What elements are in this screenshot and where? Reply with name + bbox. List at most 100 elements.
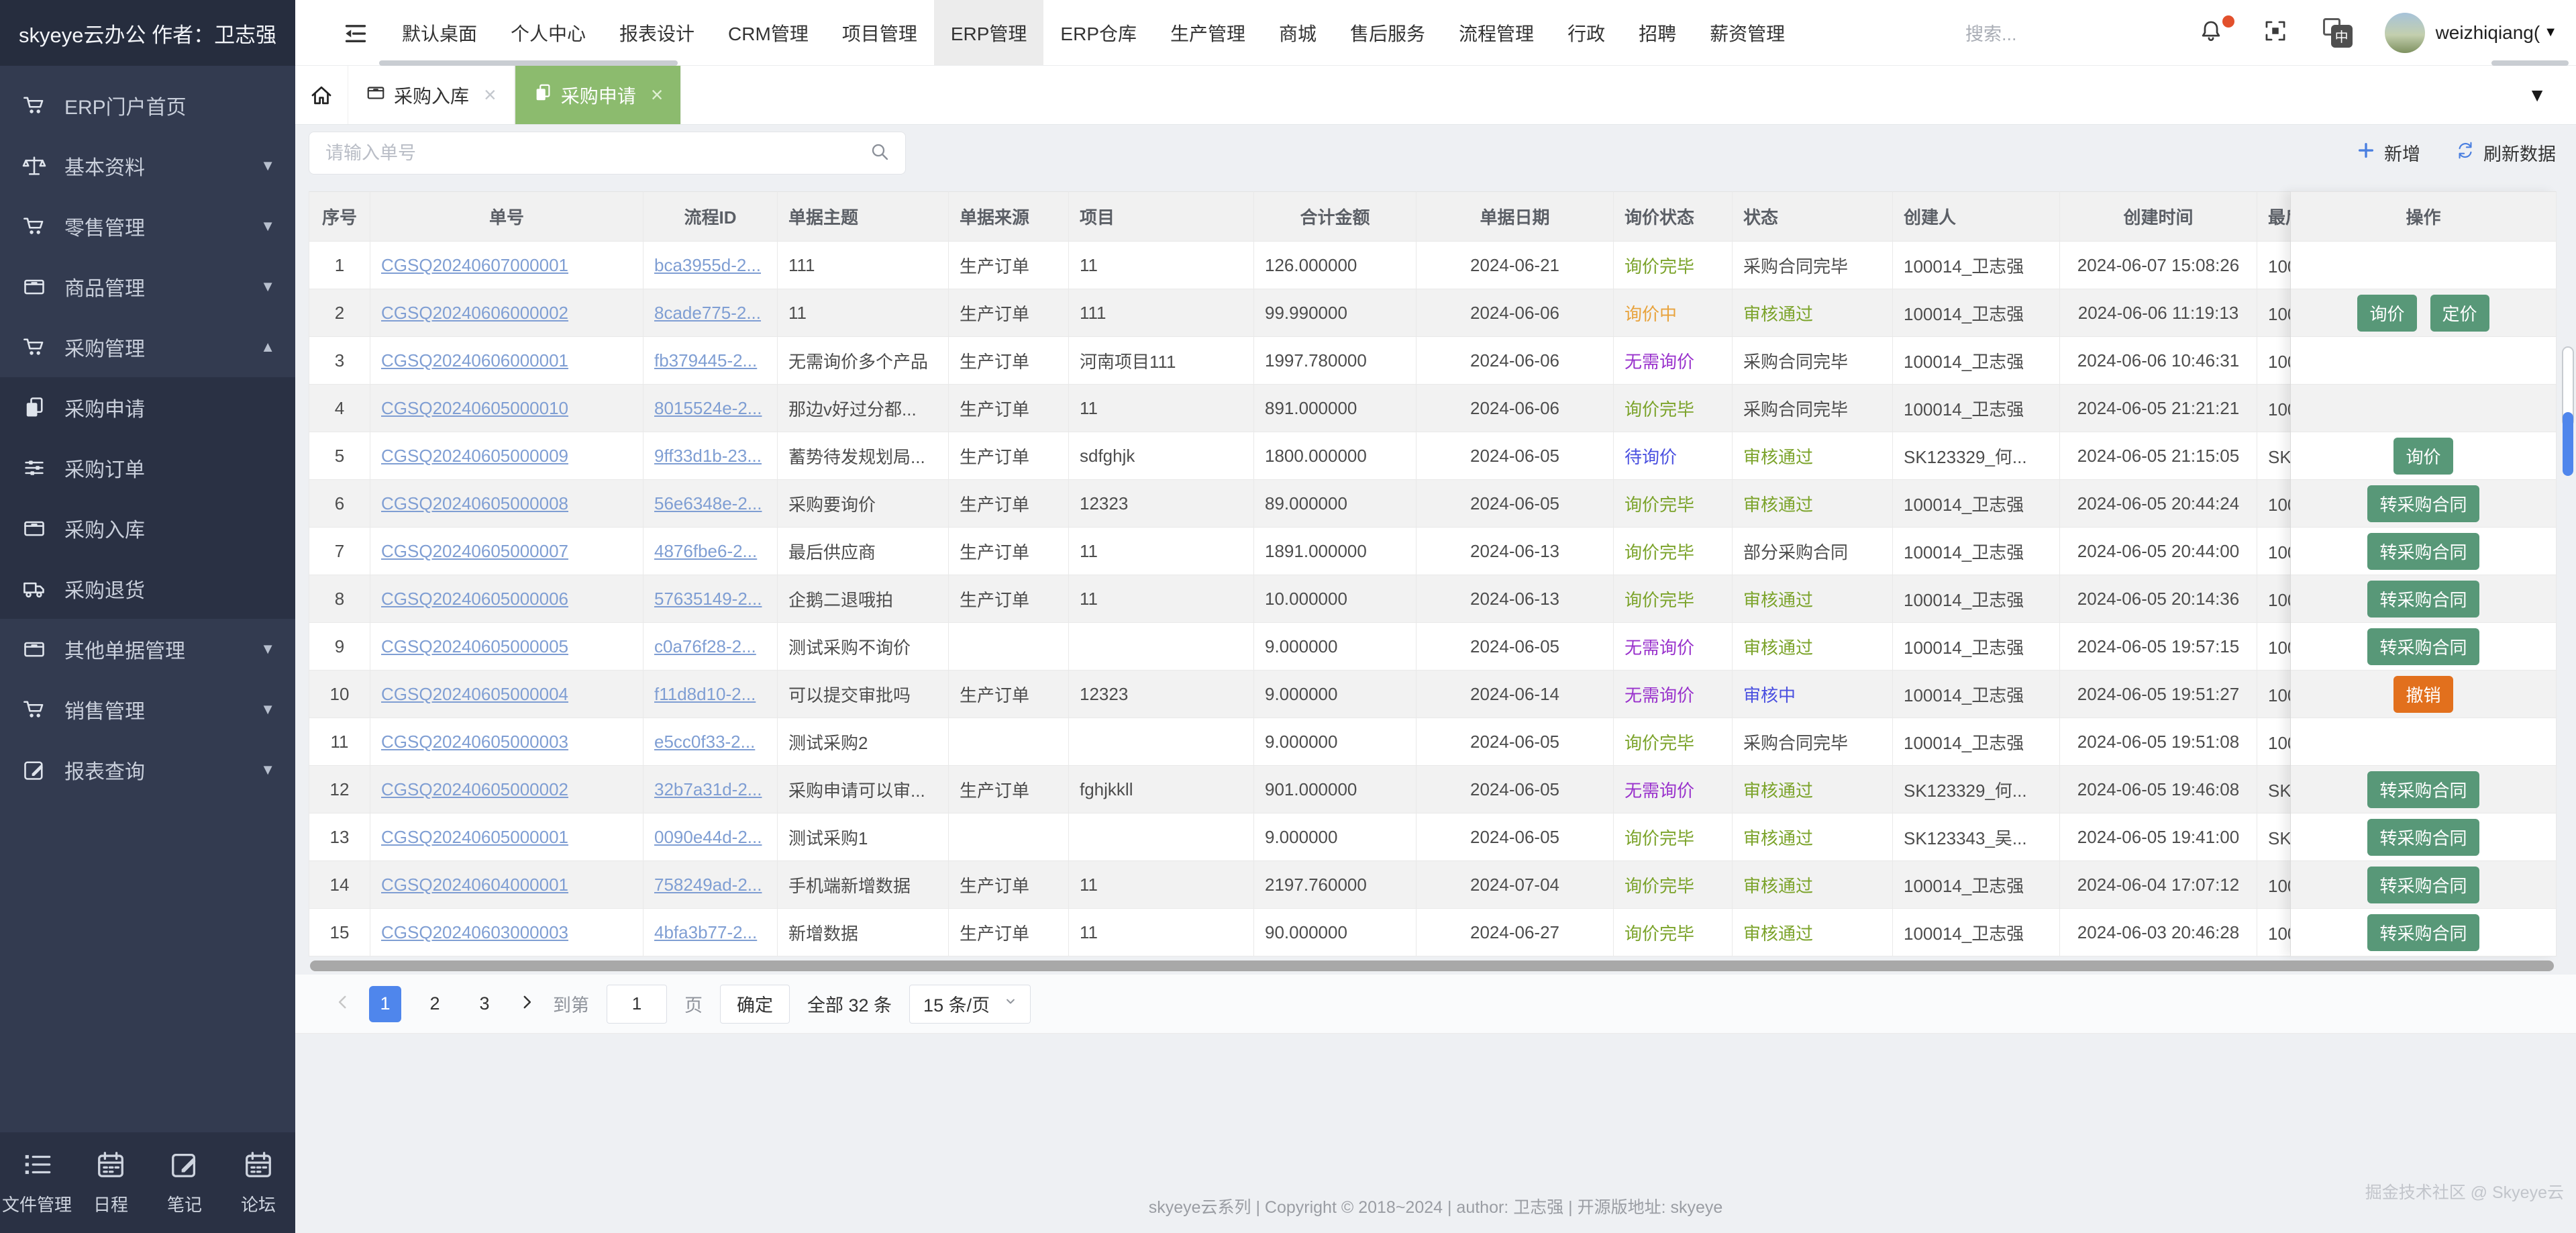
tab-close-icon[interactable]: × xyxy=(651,83,664,107)
order-number-link[interactable]: CGSQ20240607000001 xyxy=(381,255,568,276)
next-page-button[interactable] xyxy=(518,991,535,1017)
order-number-link[interactable]: CGSQ20240605000009 xyxy=(381,446,568,466)
dock-item-笔记[interactable]: 笔记 xyxy=(148,1149,221,1216)
flow-id-link[interactable]: e5cc0f33-2... xyxy=(654,732,755,752)
flow-id-link[interactable]: 4876fbe6-2... xyxy=(654,541,757,562)
sidebar-item-销售管理[interactable]: 销售管理▼ xyxy=(0,679,295,740)
vertical-scrollbar-thumb-blue[interactable] xyxy=(2563,412,2573,476)
flow-id-link[interactable]: bca3955d-2... xyxy=(654,255,761,276)
nav-item-生产管理[interactable]: 生产管理 xyxy=(1153,0,1262,65)
tabbar-caret-down-icon[interactable]: ▼ xyxy=(2528,85,2576,106)
nav-item-流程管理[interactable]: 流程管理 xyxy=(1442,0,1551,65)
sidebar-item-采购管理[interactable]: 采购管理▲ xyxy=(0,317,295,377)
flow-id-link[interactable]: 4bfa3b77-2... xyxy=(654,922,757,943)
page-button-1[interactable]: 1 xyxy=(369,986,401,1022)
dock-item-日程[interactable]: 日程 xyxy=(74,1149,148,1216)
tab-采购入库[interactable]: 采购入库× xyxy=(348,66,515,124)
flow-id-link[interactable]: c0a76f28-2... xyxy=(654,636,756,657)
order-number-link[interactable]: CGSQ20240605000001 xyxy=(381,827,568,848)
nav-item-ERP仓库[interactable]: ERP仓库 xyxy=(1043,0,1153,65)
flow-id-link[interactable]: 32b7a31d-2... xyxy=(654,779,762,800)
home-tab-button[interactable] xyxy=(295,66,348,124)
nav-item-个人中心[interactable]: 个人中心 xyxy=(494,0,603,65)
order-number-link[interactable]: CGSQ20240606000001 xyxy=(381,350,568,371)
flow-id-link[interactable]: 0090e44d-2... xyxy=(654,827,762,848)
action-button-转采购合同[interactable]: 转采购合同 xyxy=(2367,581,2479,618)
goto-page-input[interactable] xyxy=(607,985,667,1024)
refresh-button[interactable]: 刷新数据 xyxy=(2455,140,2556,166)
page-button-3[interactable]: 3 xyxy=(468,986,501,1022)
action-button-转采购合同[interactable]: 转采购合同 xyxy=(2367,628,2479,665)
flow-id-link[interactable]: 57635149-2... xyxy=(654,589,762,609)
user-caret-down-icon[interactable]: ▼ xyxy=(2544,25,2557,40)
order-number-link[interactable]: CGSQ20240605000005 xyxy=(381,636,568,657)
flow-id-link[interactable]: fb379445-2... xyxy=(654,350,757,371)
action-button-转采购合同[interactable]: 转采购合同 xyxy=(2367,819,2479,856)
sidebar-item-采购退货[interactable]: 采购退货 xyxy=(0,558,295,619)
nav-item-薪资管理[interactable]: 薪资管理 xyxy=(1693,0,1802,65)
prev-page-button[interactable] xyxy=(334,991,352,1017)
horizontal-scrollbar-thumb[interactable] xyxy=(310,960,2554,971)
action-button-转采购合同[interactable]: 转采购合同 xyxy=(2367,533,2479,570)
order-number-link[interactable]: CGSQ20240605000008 xyxy=(381,493,568,514)
tabbar-scrollbar-thumb[interactable] xyxy=(379,60,678,66)
action-button-撤销[interactable]: 撤销 xyxy=(2393,676,2453,713)
action-button-询价[interactable]: 询价 xyxy=(2393,438,2453,475)
nav-item-售后服务[interactable]: 售后服务 xyxy=(1333,0,1442,65)
order-number-link[interactable]: CGSQ20240605000004 xyxy=(381,684,568,705)
tab-采购申请[interactable]: 采购申请× xyxy=(515,66,682,124)
order-number-link[interactable]: CGSQ20240604000001 xyxy=(381,875,568,895)
flow-id-link[interactable]: 758249ad-2... xyxy=(654,875,762,895)
order-number-link[interactable]: CGSQ20240605000006 xyxy=(381,589,568,609)
order-search-input[interactable] xyxy=(324,142,869,164)
action-button-转采购合同[interactable]: 转采购合同 xyxy=(2367,485,2479,522)
confirm-button[interactable]: 确定 xyxy=(720,985,790,1024)
sidebar-item-采购入库[interactable]: 采购入库 xyxy=(0,498,295,558)
tabbar-scrollbar-thumb-right[interactable] xyxy=(2491,60,2569,66)
sidebar-item-报表查询[interactable]: 报表查询▼ xyxy=(0,740,295,800)
flow-id-link[interactable]: 56e6348e-2... xyxy=(654,493,762,514)
flow-id-link[interactable]: 8cade775-2... xyxy=(654,303,761,324)
add-button[interactable]: 新增 xyxy=(2356,140,2420,166)
username[interactable]: weizhiqiang( xyxy=(2436,22,2540,44)
nav-item-报表设计[interactable]: 报表设计 xyxy=(603,0,711,65)
sidebar-item-采购订单[interactable]: 采购订单 xyxy=(0,438,295,498)
nav-item-CRM管理[interactable]: CRM管理 xyxy=(711,0,825,65)
action-button-转采购合同[interactable]: 转采购合同 xyxy=(2367,771,2479,808)
nav-item-ERP管理[interactable]: ERP管理 xyxy=(934,0,1044,65)
order-number-link[interactable]: CGSQ20240605000003 xyxy=(381,732,568,752)
sidebar-item-采购申请[interactable]: 采购申请 xyxy=(0,377,295,438)
sidebar-item-ERP门户首页[interactable]: ERP门户首页 xyxy=(0,75,295,136)
tab-close-icon[interactable]: × xyxy=(484,83,497,107)
order-number-link[interactable]: CGSQ20240605000007 xyxy=(381,541,568,562)
page-size-select[interactable]: 15 条/页 xyxy=(909,985,1031,1024)
flow-id-link[interactable]: 8015524e-2... xyxy=(654,398,762,419)
action-button-询价[interactable]: 询价 xyxy=(2357,295,2416,332)
order-number-link[interactable]: CGSQ20240605000010 xyxy=(381,398,568,419)
nav-item-商城[interactable]: 商城 xyxy=(1262,0,1333,65)
sidebar-item-其他单据管理[interactable]: 其他单据管理▼ xyxy=(0,619,295,679)
dock-item-论坛[interactable]: 论坛 xyxy=(221,1149,295,1216)
language-toggle-button[interactable]: 中 xyxy=(2323,18,2353,48)
action-button-定价[interactable]: 定价 xyxy=(2430,295,2489,332)
notifications-button[interactable] xyxy=(2198,18,2224,47)
flow-id-link[interactable]: f11d8d10-2... xyxy=(654,684,756,705)
nav-item-项目管理[interactable]: 项目管理 xyxy=(825,0,934,65)
order-number-link[interactable]: CGSQ20240606000002 xyxy=(381,303,568,324)
nav-item-招聘[interactable]: 招聘 xyxy=(1622,0,1693,65)
avatar[interactable] xyxy=(2385,13,2425,53)
sidebar-item-商品管理[interactable]: 商品管理▼ xyxy=(0,256,295,317)
nav-item-默认桌面[interactable]: 默认桌面 xyxy=(385,0,494,65)
collapse-menu-icon[interactable] xyxy=(344,21,368,44)
page-button-2[interactable]: 2 xyxy=(419,986,451,1022)
sidebar-item-零售管理[interactable]: 零售管理▼ xyxy=(0,196,295,256)
nav-item-行政[interactable]: 行政 xyxy=(1551,0,1622,65)
order-number-link[interactable]: CGSQ20240605000002 xyxy=(381,779,568,800)
fullscreen-button[interactable] xyxy=(2263,18,2288,47)
order-number-link[interactable]: CGSQ20240603000003 xyxy=(381,922,568,943)
action-button-转采购合同[interactable]: 转采购合同 xyxy=(2367,867,2479,903)
global-search-input[interactable]: 搜索... xyxy=(1965,19,2017,46)
action-button-转采购合同[interactable]: 转采购合同 xyxy=(2367,914,2479,951)
sidebar-item-基本资料[interactable]: 基本资料▼ xyxy=(0,136,295,196)
dock-item-文件管理[interactable]: 文件管理 xyxy=(0,1149,74,1216)
